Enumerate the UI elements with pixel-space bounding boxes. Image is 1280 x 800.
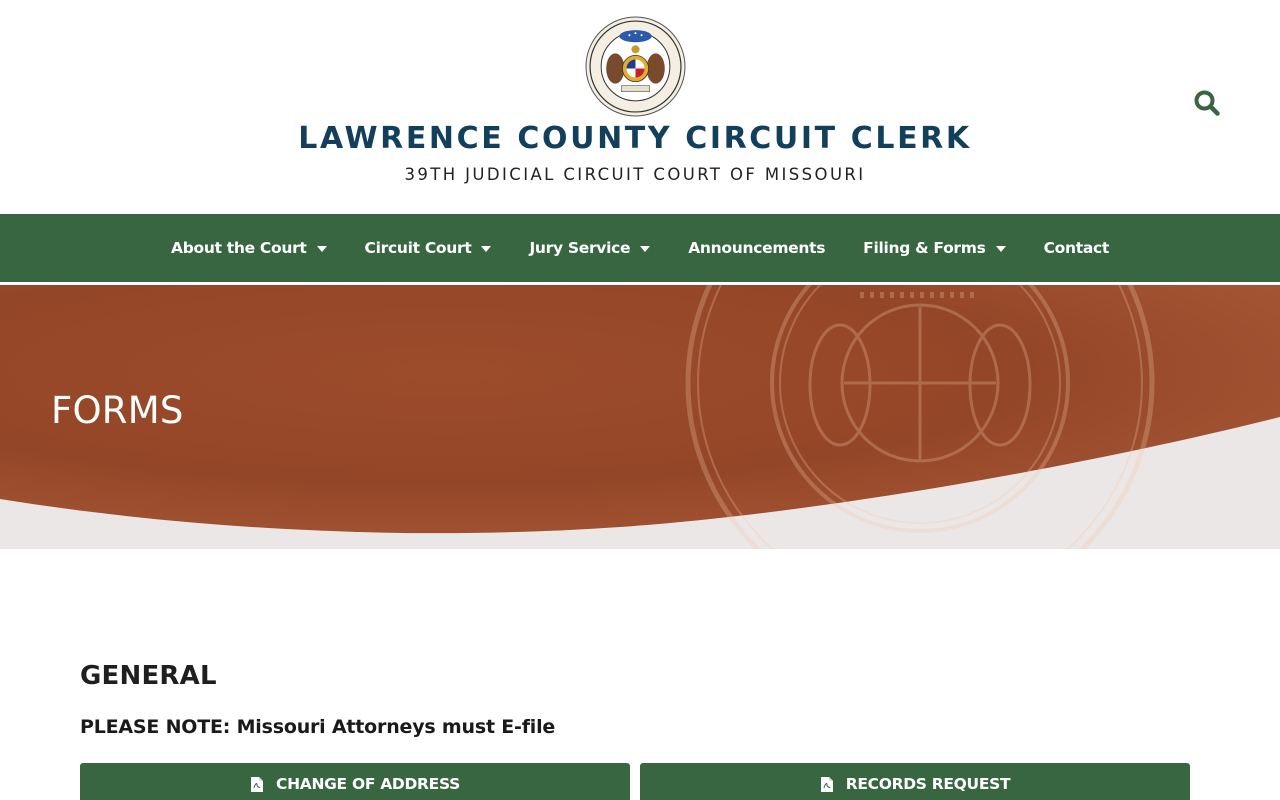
nav-item-label: Filing & Forms <box>863 239 986 257</box>
caret-down-icon <box>995 246 1006 252</box>
button-label: RECORDS REQUEST <box>845 775 1011 793</box>
efile-notice: PLEASE NOTE: Missouri Attorneys must E-f… <box>80 716 556 738</box>
nav-item-label: About the Court <box>171 239 307 257</box>
section-heading-general: GENERAL <box>80 661 217 691</box>
pdf-file-icon <box>251 776 264 792</box>
nav-item-label: Contact <box>1043 239 1110 257</box>
nav-item-jury-service[interactable]: Jury Service <box>510 214 669 282</box>
hero-banner: FORMS <box>0 285 1280 549</box>
search-button[interactable] <box>1192 88 1222 118</box>
nav-item-contact[interactable]: Contact <box>1025 214 1128 282</box>
nav-item-filing-forms[interactable]: Filing & Forms <box>844 214 1024 282</box>
nav-item-circuit-court[interactable]: Circuit Court <box>346 214 511 282</box>
caret-down-icon <box>481 246 492 252</box>
page-title: FORMS <box>51 389 184 432</box>
search-icon <box>1194 90 1220 116</box>
missouri-seal-logo[interactable] <box>585 16 686 117</box>
hero-background <box>0 285 1280 549</box>
button-label: CHANGE OF ADDRESS <box>276 775 460 793</box>
site-subtitle: 39TH JUDICIAL CIRCUIT COURT OF MISSOURI <box>404 165 866 184</box>
main-navigation: About the Court Circuit Court Jury Servi… <box>0 214 1280 282</box>
nav-item-announcements[interactable]: Announcements <box>669 214 844 282</box>
change-of-address-button[interactable]: CHANGE OF ADDRESS <box>80 763 630 800</box>
pdf-file-icon <box>820 776 833 792</box>
site-header: LAWRENCE COUNTY CIRCUIT CLERK 39TH JUDIC… <box>0 0 1280 214</box>
nav-item-label: Circuit Court <box>364 239 472 257</box>
records-request-button[interactable]: RECORDS REQUEST <box>640 763 1190 800</box>
nav-item-label: Jury Service <box>529 239 631 257</box>
caret-down-icon <box>316 246 327 252</box>
caret-down-icon <box>640 246 651 252</box>
site-title[interactable]: LAWRENCE COUNTY CIRCUIT CLERK <box>0 121 1270 156</box>
nav-item-label: Announcements <box>688 239 826 257</box>
nav-item-about-the-court[interactable]: About the Court <box>152 214 346 282</box>
